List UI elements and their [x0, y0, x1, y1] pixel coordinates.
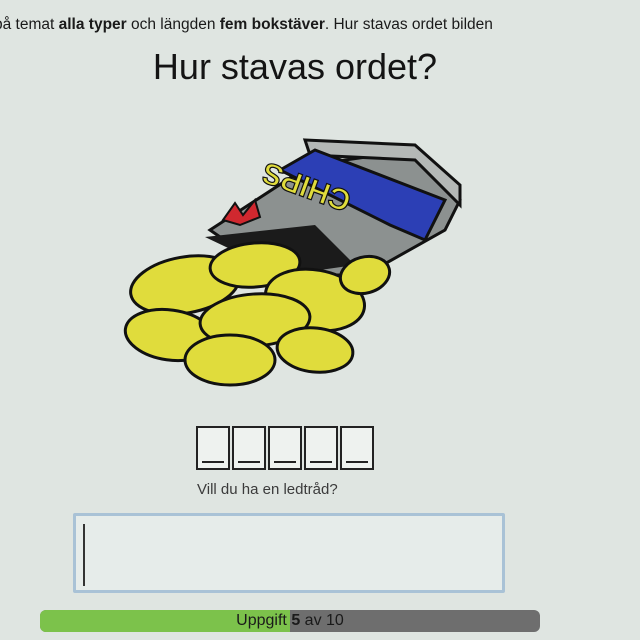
letter-boxes — [196, 426, 376, 470]
letter-box — [304, 426, 338, 470]
progress-label-suffix: av 10 — [300, 612, 344, 629]
letter-box — [196, 426, 230, 470]
letter-box — [232, 426, 266, 470]
progress-current: 5 — [291, 612, 301, 629]
instructions-text: på temat alla typer och längden fem boks… — [0, 16, 493, 34]
question-title: Hur stavas ordet? — [152, 46, 438, 87]
instructions-part: . Hur stavas ordet bilden — [324, 16, 493, 33]
chips-bag-image: CHIPS — [123, 138, 462, 387]
answer-input[interactable] — [73, 513, 505, 593]
hint-link[interactable]: Vill du ha en ledtråd? — [197, 481, 338, 498]
text-caret — [83, 524, 85, 586]
chips — [123, 241, 392, 387]
progress-bar: Uppgift 5 av 10 — [40, 610, 540, 632]
letter-box — [340, 426, 374, 470]
instructions-part: och längden — [126, 16, 220, 33]
progress-label-prefix: Uppgift — [236, 612, 292, 629]
instructions-emphasis: alla typer — [58, 16, 127, 33]
instructions-emphasis: fem bokstäver — [219, 16, 325, 33]
instructions-part: på temat — [0, 16, 59, 33]
letter-box — [268, 426, 302, 470]
progress-label: Uppgift 5 av 10 — [40, 612, 540, 630]
